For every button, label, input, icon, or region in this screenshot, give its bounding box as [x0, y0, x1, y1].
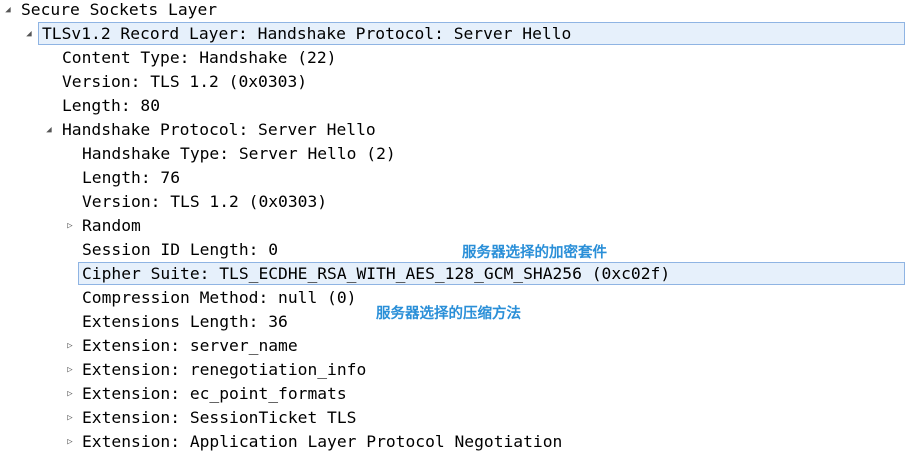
tree-item-label: Handshake Type: Server Hello (2) — [82, 144, 396, 163]
tree-item-label: Random — [82, 216, 141, 235]
collapsed-triangle-icon[interactable]: ▷ — [64, 406, 76, 430]
tree-item-label: Session ID Length: 0 — [82, 240, 279, 259]
tree-item-label: Length: 80 — [62, 96, 161, 115]
tree-item-record-layer[interactable]: ◢ TLSv1.2 Record Layer: Handshake Protoc… — [0, 22, 905, 46]
tree-item-label: Version: TLS 1.2 (0x0303) — [62, 72, 308, 91]
expanded-triangle-icon[interactable]: ◢ — [43, 118, 55, 142]
tree-item-label: Extension: renegotiation_info — [82, 360, 367, 379]
tree-item-label: Extension: ec_point_formats — [82, 384, 347, 403]
tree-item-secure-sockets-layer[interactable]: ◢ Secure Sockets Layer — [0, 0, 905, 22]
tree-item-label: Extension: Application Layer Protocol Ne… — [82, 432, 563, 451]
tree-item-label: TLSv1.2 Record Layer: Handshake Protocol… — [42, 24, 572, 43]
collapsed-triangle-icon[interactable]: ▷ — [64, 334, 76, 358]
compression-method-annotation: 服务器选择的压缩方法 — [376, 306, 521, 322]
collapsed-triangle-icon[interactable]: ▷ — [64, 214, 76, 238]
expanded-triangle-icon[interactable]: ◢ — [2, 0, 14, 22]
tree-item-label: Extension: server_name — [82, 336, 298, 355]
tree-item-label: Compression Method: null (0) — [82, 288, 357, 307]
tree-item-label: Content Type: Handshake (22) — [62, 48, 337, 67]
collapsed-triangle-icon[interactable]: ▷ — [64, 382, 76, 406]
cipher-suite-annotation: 服务器选择的加密套件 — [462, 245, 607, 261]
tree-item-label: Cipher Suite: TLS_ECDHE_RSA_WITH_AES_128… — [82, 264, 671, 283]
tree-item-label: Extensions Length: 36 — [82, 312, 288, 331]
collapsed-triangle-icon[interactable]: ▷ — [64, 430, 76, 454]
expanded-triangle-icon[interactable]: ◢ — [23, 22, 35, 46]
tree-item-label: Handshake Protocol: Server Hello — [62, 120, 376, 139]
tree-item-label: Extension: SessionTicket TLS — [82, 408, 357, 427]
tree-item-label: Version: TLS 1.2 (0x0303) — [82, 192, 328, 211]
collapsed-triangle-icon[interactable]: ▷ — [64, 358, 76, 382]
tree-item-label: Length: 76 — [82, 168, 181, 187]
tree-item-label: Secure Sockets Layer — [21, 0, 218, 19]
